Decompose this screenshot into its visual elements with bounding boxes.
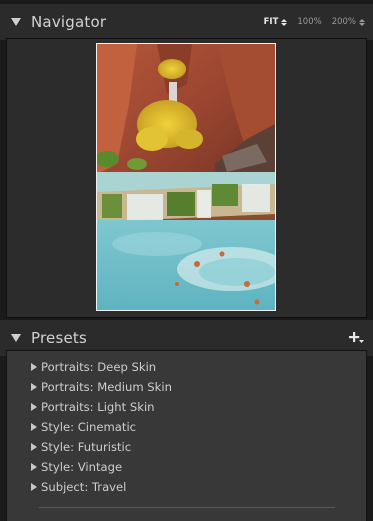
preset-group-portraits-medium-skin[interactable]: Portraits: Medium Skin (31, 377, 172, 397)
zoom-updown-icon (281, 18, 288, 26)
expand-triangle-icon[interactable] (31, 383, 37, 391)
preset-group-label: Style: Futuristic (41, 440, 132, 454)
preset-group-portraits-deep-skin[interactable]: Portraits: Deep Skin (31, 357, 172, 377)
zoom-updown-icon (359, 18, 365, 26)
add-preset-icon (349, 332, 364, 343)
zoom-100-button[interactable]: 100% (297, 17, 321, 27)
zoom-controls: FIT 100% 200% (254, 4, 365, 40)
preset-group-label: Style: Vintage (41, 460, 123, 474)
expand-triangle-icon[interactable] (31, 403, 37, 411)
collapse-triangle-icon[interactable] (11, 18, 21, 26)
preset-list: Portraits: Deep Skin Portraits: Medium S… (31, 357, 172, 497)
collapse-triangle-icon[interactable] (11, 334, 21, 342)
waterfall-photo (97, 44, 275, 310)
preset-group-subject-travel[interactable]: Subject: Travel (31, 477, 172, 497)
zoom-100-label: 100% (297, 17, 322, 27)
list-divider (39, 507, 335, 508)
presets-title: Presets (31, 329, 87, 347)
preset-group-label: Portraits: Medium Skin (41, 380, 172, 394)
preset-group-style-vintage[interactable]: Style: Vintage (31, 457, 172, 477)
expand-triangle-icon[interactable] (31, 483, 37, 491)
preset-group-label: Style: Cinematic (41, 420, 137, 434)
expand-triangle-icon[interactable] (31, 363, 37, 371)
navigator-title: Navigator (31, 13, 107, 31)
navigator-panel-body (6, 38, 367, 318)
preset-group-style-futuristic[interactable]: Style: Futuristic (31, 437, 172, 457)
preset-group-portraits-light-skin[interactable]: Portraits: Light Skin (31, 397, 172, 417)
navigator-panel-header[interactable]: Navigator FIT 100% 200% (0, 4, 373, 40)
expand-triangle-icon[interactable] (31, 423, 37, 431)
preset-group-label: Portraits: Deep Skin (41, 360, 157, 374)
expand-triangle-icon[interactable] (31, 443, 37, 451)
zoom-fit-label: FIT (263, 17, 279, 27)
zoom-200-label: 200% (331, 17, 356, 27)
zoom-fit-button[interactable]: FIT (264, 17, 288, 27)
preset-group-label: Subject: Travel (41, 480, 127, 494)
zoom-200-button[interactable]: 200% (332, 17, 365, 27)
preset-group-label: Portraits: Light Skin (41, 400, 155, 414)
presets-panel-body: Portraits: Deep Skin Portraits: Medium S… (6, 350, 367, 521)
preset-group-style-cinematic[interactable]: Style: Cinematic (31, 417, 172, 437)
expand-triangle-icon[interactable] (31, 463, 37, 471)
navigator-preview-image[interactable] (96, 43, 276, 311)
